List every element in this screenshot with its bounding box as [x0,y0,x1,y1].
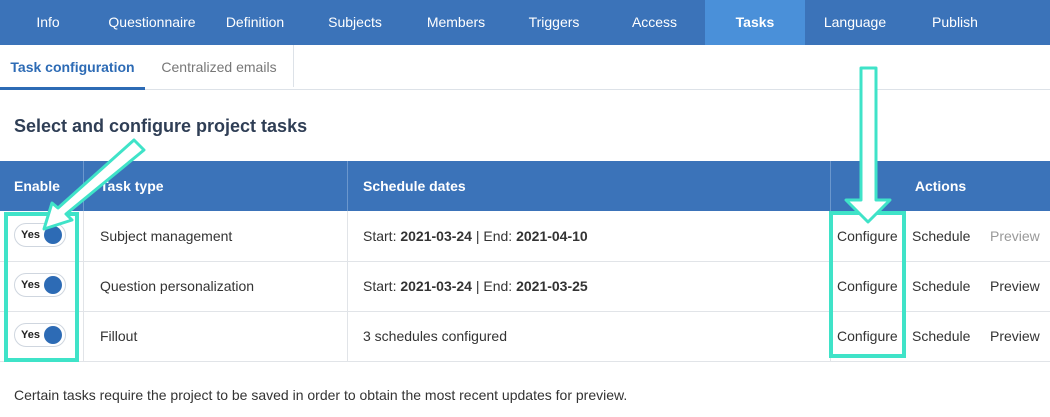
start-date: 2021-03-24 [400,278,472,294]
toggle-knob [44,226,62,244]
tab-triggers[interactable]: Triggers [504,0,604,45]
configure-button[interactable]: Configure [837,311,898,361]
header-task-type: Task type [100,178,164,194]
preview-button[interactable]: Preview [990,261,1040,311]
schedule-dates-cell: 3 schedules configured [363,328,507,344]
task-type-cell: Question personalization [100,278,255,294]
tab-publish[interactable]: Publish [905,0,1005,45]
table-header: Enable Task type Schedule dates Actions [0,161,1050,211]
header-enable: Enable [14,178,60,194]
task-type-cell: Fillout [100,328,138,344]
footer-note: Certain tasks require the project to be … [14,387,628,403]
cell-divider [347,211,348,261]
tab-members[interactable]: Members [408,0,504,45]
toggle-label: Yes [21,329,40,341]
tab-access[interactable]: Access [604,0,705,45]
preview-button[interactable]: Preview [990,211,1040,261]
tab-questionnaire[interactable]: Questionnaire [96,0,208,45]
table-row: Yes Fillout 3 schedules configured Confi… [0,311,1050,362]
sub-tabs: Task configuration Centralized emails [0,45,1050,90]
task-type-cell: Subject management [100,228,233,244]
cell-divider [830,211,831,261]
header-schedule-dates: Schedule dates [363,178,466,194]
header-divider [83,161,84,211]
tab-info[interactable]: Info [0,0,96,45]
tab-subjects[interactable]: Subjects [302,0,408,45]
end-date: 2021-04-10 [516,228,588,244]
cell-divider [347,311,348,361]
toggle-knob [44,326,62,344]
schedule-button[interactable]: Schedule [912,261,970,311]
toggle-label: Yes [21,279,40,291]
enable-toggle[interactable]: Yes [14,223,66,247]
enable-toggle[interactable]: Yes [14,323,66,347]
toggle-label: Yes [21,229,40,241]
start-label: Start: [363,278,401,294]
preview-button[interactable]: Preview [990,311,1040,361]
tab-definition[interactable]: Definition [208,0,302,45]
cell-divider [83,261,84,311]
schedule-button[interactable]: Schedule [912,211,970,261]
cell-divider [83,311,84,361]
header-actions: Actions [914,178,967,194]
schedule-button[interactable]: Schedule [912,311,970,361]
schedule-dates-cell: Start: 2021-03-24 | End: 2021-04-10 [363,211,588,261]
tab-language[interactable]: Language [805,0,905,45]
start-date: 2021-03-24 [400,228,472,244]
schedule-dates-cell: Start: 2021-03-24 | End: 2021-03-25 [363,261,588,311]
configure-button[interactable]: Configure [837,261,898,311]
tab-tasks[interactable]: Tasks [705,0,805,45]
configure-button[interactable]: Configure [837,211,898,261]
cell-divider [83,211,84,261]
start-label: Start: [363,228,401,244]
subtab-task-configuration[interactable]: Task configuration [0,45,145,90]
cell-divider [830,261,831,311]
table-row: Yes Subject management Start: 2021-03-24… [0,211,1050,262]
subtab-centralized-emails[interactable]: Centralized emails [145,45,294,87]
enable-toggle[interactable]: Yes [14,273,66,297]
cell-divider [830,311,831,361]
end-date: 2021-03-25 [516,278,588,294]
toggle-knob [44,276,62,294]
end-label: | End: [471,228,517,244]
top-nav: Info Questionnaire Definition Subjects M… [0,0,1050,45]
end-label: | End: [471,278,517,294]
page-title: Select and configure project tasks [14,116,308,136]
cell-divider [347,261,348,311]
table-row: Yes Question personalization Start: 2021… [0,261,1050,312]
header-divider [347,161,348,211]
